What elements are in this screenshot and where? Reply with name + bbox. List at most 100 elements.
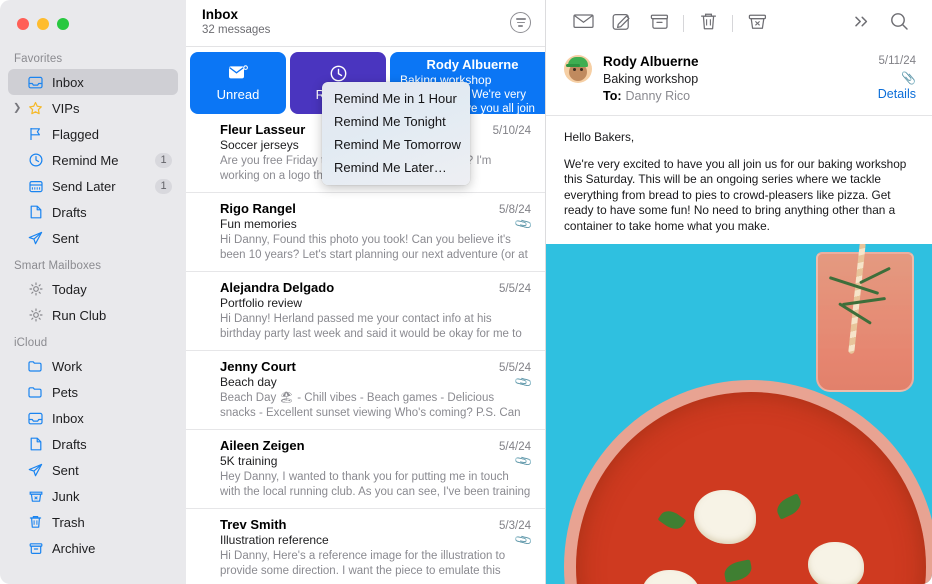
message-preview: Hey Danny, I wanted to thank you for put… — [220, 471, 531, 498]
sidebar-item-send-later[interactable]: Send Later 1 — [8, 173, 178, 199]
message-subject: 5K training — [220, 454, 278, 468]
document-icon — [26, 436, 45, 453]
sidebar-item-label: Inbox — [52, 410, 84, 426]
compose-button[interactable] — [602, 7, 640, 41]
clock-icon — [26, 152, 45, 169]
message-subject: Beach day — [220, 375, 277, 389]
sidebar: Favorites Inbox ❯ VIPs Flagged Remind Me… — [0, 0, 186, 584]
double-chevron-right-icon — [852, 14, 871, 34]
flag-icon — [26, 126, 45, 143]
toolbar-divider — [683, 15, 684, 32]
message-row[interactable]: Trev Smith 5/3/24 Illustration reference… — [186, 509, 545, 584]
search-icon — [890, 12, 909, 36]
reader-toolbar — [546, 0, 932, 47]
message-subject: Soccer jerseys — [220, 138, 299, 152]
swipe-action-label: Unread — [216, 86, 260, 102]
zoom-button[interactable] — [57, 18, 69, 30]
envelope-icon — [572, 13, 594, 34]
archive-button[interactable] — [640, 7, 678, 41]
to-value: Danny Rico — [625, 89, 691, 103]
sidebar-item-today[interactable]: Today — [8, 276, 178, 302]
message-preview: Hi Danny, Found this photo you took! Can… — [220, 234, 528, 261]
message-row[interactable]: Aileen Zeigen 5/4/24 5K training 📎 Hey D… — [186, 430, 545, 509]
message-sender: Rody Albuerne — [603, 54, 699, 69]
message-sender: Rigo Rangel — [220, 201, 296, 216]
gear-icon — [26, 281, 45, 298]
body-paragraph: Hello Bakers, — [564, 130, 635, 144]
menu-item-remind-tonight[interactable]: Remind Me Tonight — [322, 110, 470, 133]
star-icon — [26, 100, 45, 117]
more-actions-button[interactable] — [842, 7, 880, 41]
sidebar-item-icloud-sent[interactable]: Sent — [8, 457, 178, 483]
message-subject: Baking workshop — [603, 72, 699, 86]
close-button[interactable] — [17, 18, 29, 30]
filter-sort-icon[interactable] — [510, 12, 531, 33]
toolbar-divider — [732, 15, 733, 32]
sidebar-item-label: Drafts — [52, 436, 87, 452]
sidebar-item-label: Send Later — [52, 178, 116, 194]
message-recipient: To: Danny Rico — [603, 88, 836, 105]
delete-button[interactable] — [689, 7, 727, 41]
sidebar-item-icloud-drafts[interactable]: Drafts — [8, 431, 178, 457]
archive-box-icon — [650, 13, 669, 35]
menu-item-remind-1-hour[interactable]: Remind Me in 1 Hour — [322, 87, 470, 110]
sidebar-item-drafts[interactable]: Drafts — [8, 199, 178, 225]
sidebar-item-flagged[interactable]: Flagged — [8, 121, 178, 147]
details-link[interactable]: Details — [836, 86, 916, 103]
sidebar-item-archive[interactable]: Archive — [8, 535, 178, 561]
sidebar-item-vips[interactable]: ❯ VIPs — [8, 95, 178, 121]
folder-icon — [26, 384, 45, 401]
paperclip-icon: 📎 — [513, 213, 534, 235]
menu-item-remind-later[interactable]: Remind Me Later… — [322, 156, 470, 179]
trash-icon — [700, 12, 717, 36]
minimize-button[interactable] — [37, 18, 49, 30]
message-count: 32 messages — [202, 24, 271, 36]
sidebar-item-pets[interactable]: Pets — [8, 379, 178, 405]
message-preview: Hi Danny, Here's a reference image for t… — [220, 550, 506, 577]
chevron-right-icon[interactable]: ❯ — [13, 103, 21, 114]
sidebar-item-label: Drafts — [52, 204, 87, 220]
sidebar-item-trash[interactable]: Trash — [8, 509, 178, 535]
sidebar-item-label: Sent — [52, 230, 79, 246]
sidebar-item-remind-me[interactable]: Remind Me 1 — [8, 147, 178, 173]
inbox-tray-icon — [26, 74, 45, 91]
junk-bin-icon — [748, 13, 767, 35]
junk-bin-icon — [26, 488, 45, 505]
paperclip-icon: 📎 — [901, 71, 916, 85]
sidebar-section-icloud: iCloud — [14, 337, 48, 349]
message-subject: Illustration reference — [220, 533, 329, 547]
archive-box-icon — [26, 540, 45, 557]
sidebar-section-favorites: Favorites — [14, 53, 63, 65]
message-row[interactable]: Alejandra Delgado 5/5/24 Portfolio revie… — [186, 272, 545, 351]
compose-pencil-icon — [612, 12, 631, 36]
message-date: 5/10/24 — [492, 125, 531, 137]
sidebar-item-work[interactable]: Work — [8, 353, 178, 379]
sidebar-item-label: Trash — [52, 514, 85, 530]
message-row[interactable]: Rigo Rangel 5/8/24 Fun memories 📎 Hi Dan… — [186, 193, 545, 272]
message-sender: Rody Albuerne — [426, 57, 519, 72]
mark-unread-button[interactable] — [564, 7, 602, 41]
sidebar-item-icloud-inbox[interactable]: Inbox — [8, 405, 178, 431]
search-button[interactable] — [880, 7, 918, 41]
sidebar-item-sent[interactable]: Sent — [8, 225, 178, 251]
sidebar-item-label: Pets — [52, 384, 79, 400]
message-body: Hello Bakers, We're very excited to have… — [546, 116, 932, 244]
gear-icon — [26, 307, 45, 324]
sidebar-item-label: VIPs — [52, 100, 80, 116]
sidebar-item-run-club[interactable]: Run Club — [8, 302, 178, 328]
message-row[interactable]: Jenny Court 5/5/24 Beach day 📎 Beach Day… — [186, 351, 545, 430]
junk-button[interactable] — [738, 7, 776, 41]
sidebar-item-label: Sent — [52, 462, 79, 478]
clock-icon — [330, 65, 347, 82]
sidebar-item-junk[interactable]: Junk — [8, 483, 178, 509]
traffic-lights — [0, 0, 186, 44]
sidebar-item-label: Work — [52, 358, 83, 374]
reading-pane: Rody Albuerne Baking workshop To: Danny R… — [546, 0, 932, 584]
swipe-action-unread[interactable]: Unread — [190, 52, 286, 114]
menu-item-remind-tomorrow[interactable]: Remind Me Tomorrow — [322, 133, 470, 156]
folder-icon — [26, 358, 45, 375]
sidebar-item-inbox[interactable]: Inbox — [8, 69, 178, 95]
message-preview: Hi Danny! Herland passed me your contact… — [220, 313, 522, 340]
message-sender: Trev Smith — [220, 517, 287, 532]
mailbox-title: Inbox — [202, 7, 238, 22]
